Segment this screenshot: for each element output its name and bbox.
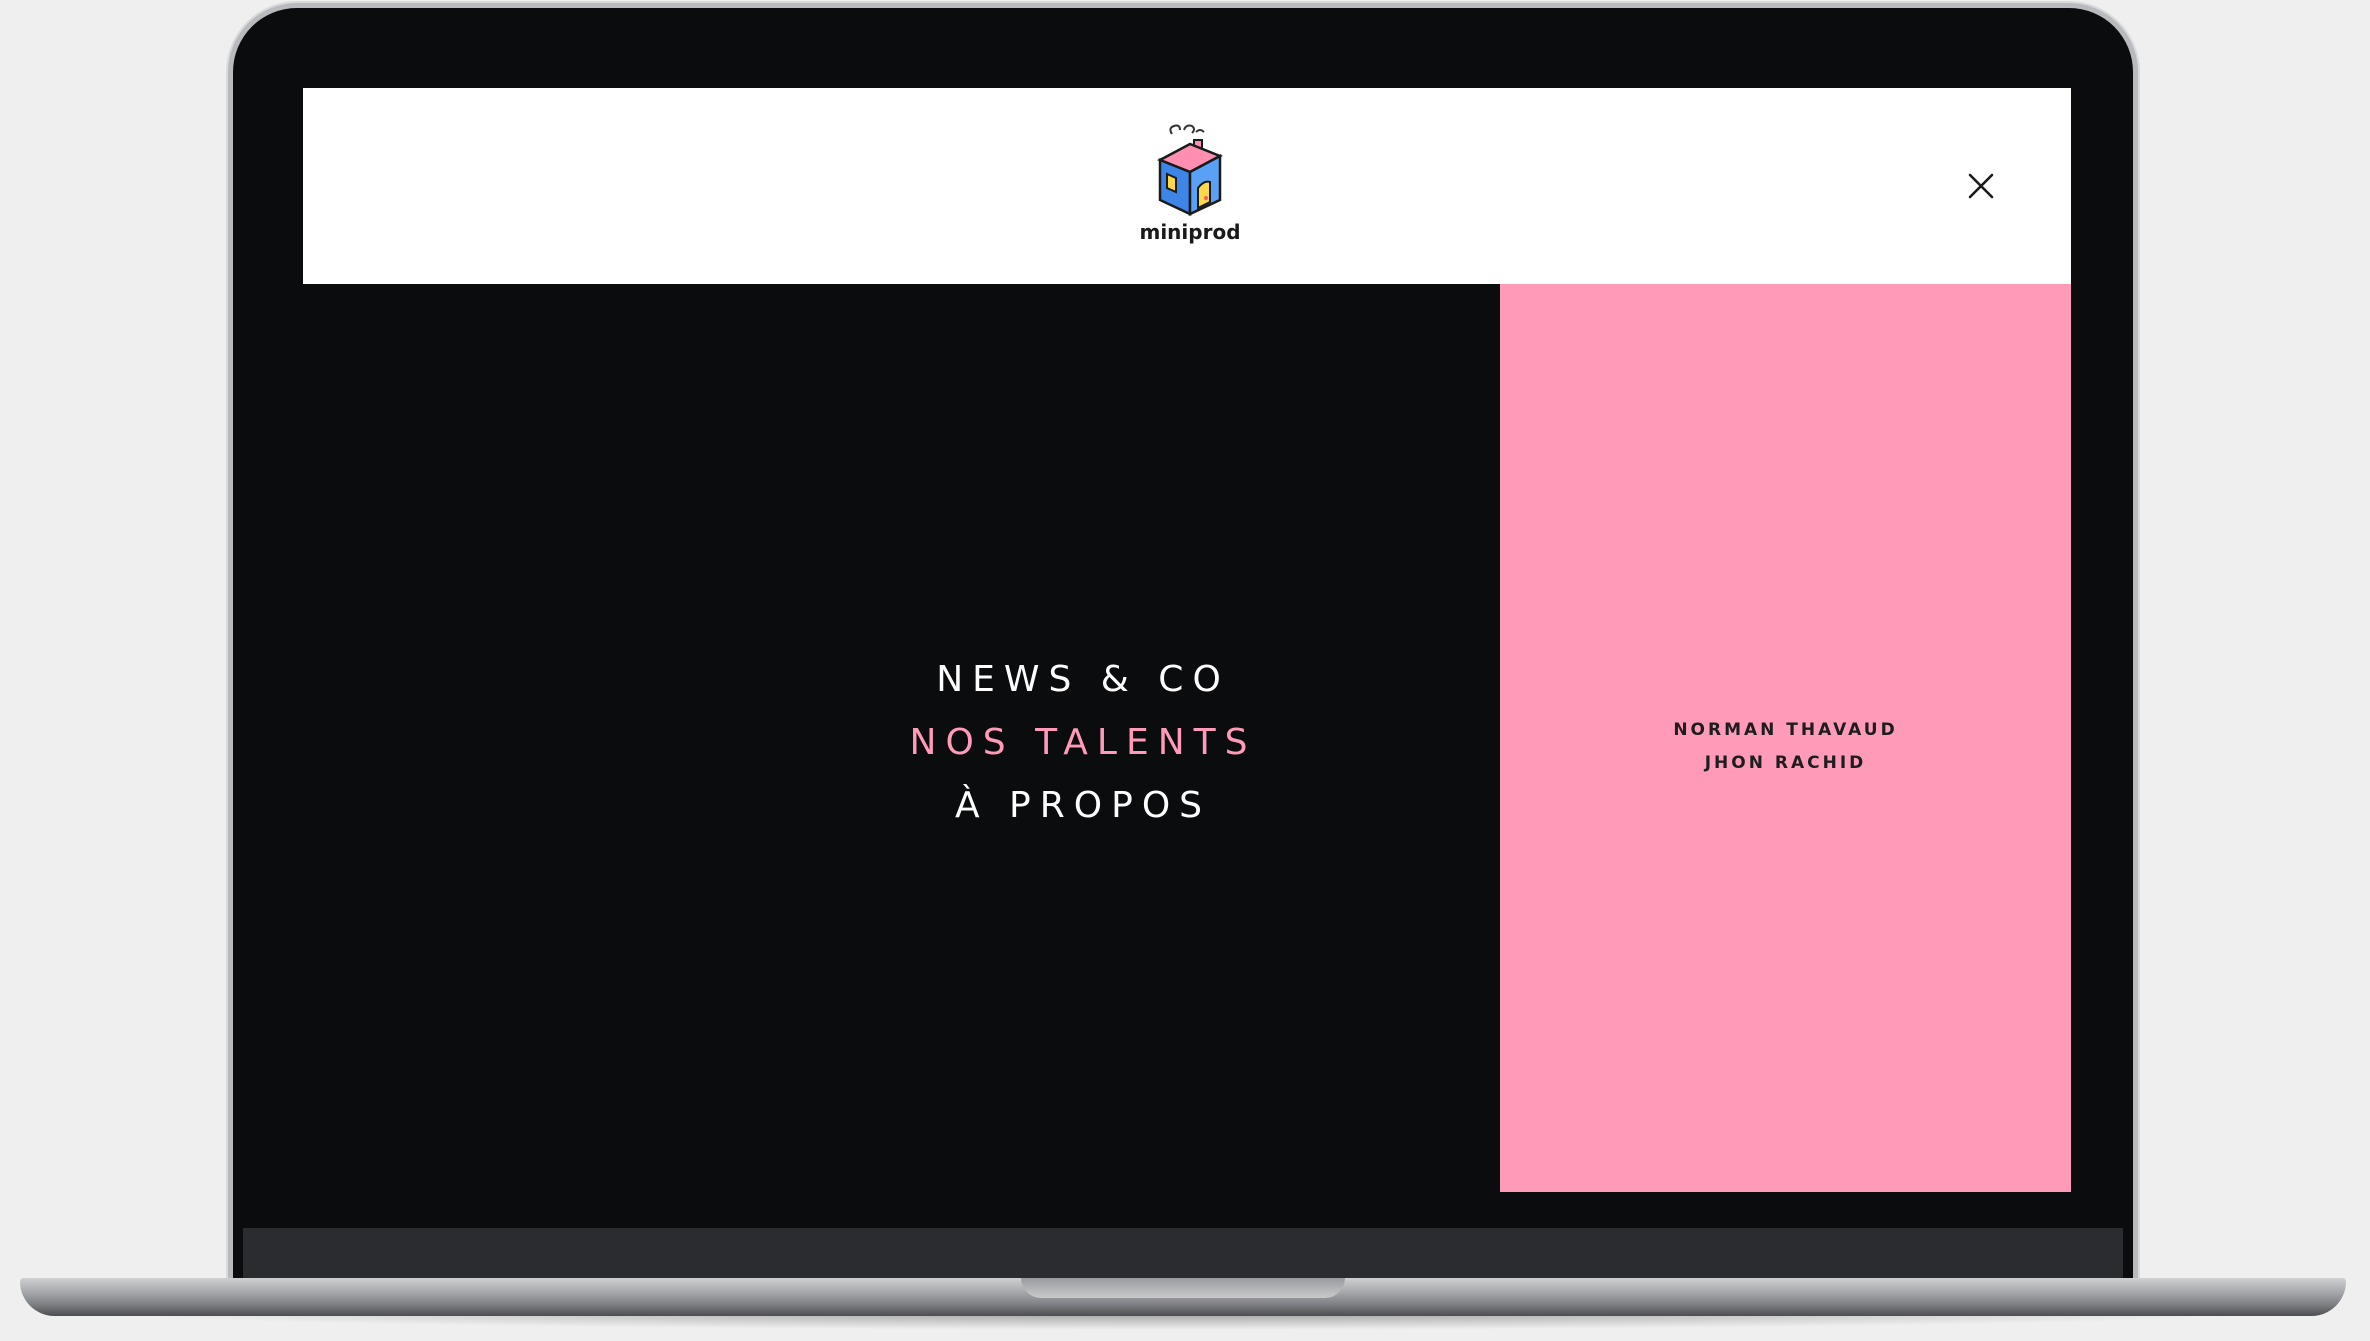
talent-item-norman[interactable]: NORMAN THAVAUD [1500, 714, 2071, 747]
close-menu-button[interactable] [1963, 168, 1999, 204]
site-header: miniprod [303, 88, 2071, 284]
laptop-notch [1021, 1278, 1345, 1298]
talent-item-jhon[interactable]: JHON RACHID [1500, 747, 2071, 780]
screen: miniprod NEWS & CO NOS TALENTS À PROPOS … [303, 88, 2071, 1194]
laptop-chin [243, 1228, 2123, 1284]
brand-logo[interactable]: miniprod [1115, 122, 1265, 262]
talents-submenu-panel: NORMAN THAVAUD JHON RACHID [1500, 284, 2071, 1192]
house-logo-icon [1157, 124, 1223, 216]
close-icon [1968, 173, 1994, 199]
device-mockup: miniprod NEWS & CO NOS TALENTS À PROPOS … [0, 0, 2370, 1341]
talents-list: NORMAN THAVAUD JHON RACHID [1500, 714, 2071, 780]
brand-name: miniprod [1139, 220, 1241, 244]
